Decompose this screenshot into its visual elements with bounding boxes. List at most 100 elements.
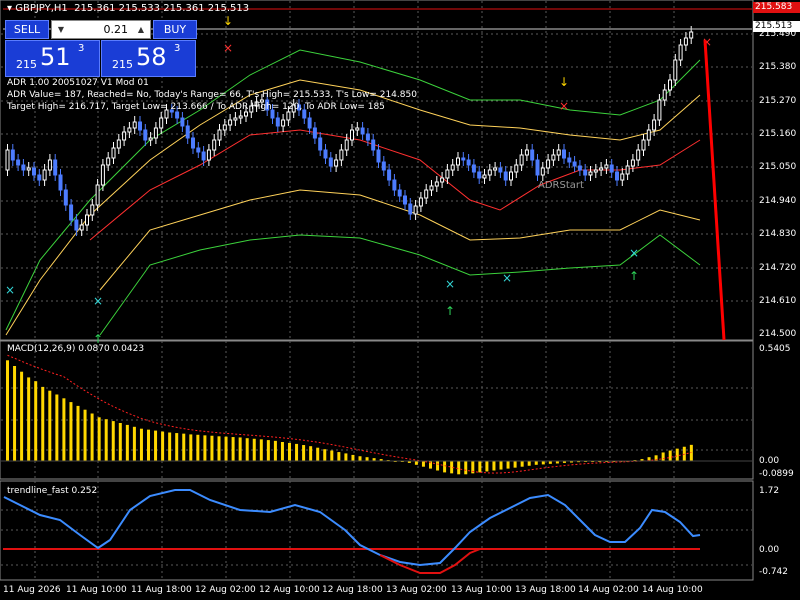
lot-decrease-icon[interactable]: ▼	[54, 21, 68, 38]
candle-body	[625, 165, 630, 175]
macd-bar	[266, 440, 270, 461]
candle-body	[365, 133, 370, 141]
candle-body	[493, 167, 498, 171]
candle-body	[466, 159, 471, 166]
candle-body	[138, 121, 142, 131]
candle-body	[562, 149, 566, 159]
macd-bar	[273, 440, 277, 461]
candle-body	[588, 171, 593, 176]
candle-body	[577, 165, 582, 171]
candle-body	[498, 167, 503, 173]
candle-body	[408, 203, 413, 215]
candle-body	[42, 169, 47, 181]
candle-body	[487, 169, 492, 176]
macd-bar	[661, 452, 665, 461]
macd-bar	[513, 461, 517, 468]
candle-body	[662, 89, 667, 101]
candle-body	[434, 181, 439, 187]
lot-increase-icon[interactable]: ▲	[134, 21, 148, 38]
macd-bar	[358, 456, 362, 461]
candle-body	[673, 59, 678, 81]
price-tick: 214.830	[759, 229, 797, 239]
candle-body	[477, 171, 482, 179]
candle-body	[185, 125, 190, 139]
macd-bar	[668, 450, 672, 461]
one-click-trading-panel: SELL ▼ 0.21 ▲ BUY 215 51 3 215 58 3	[5, 20, 197, 77]
candle-body	[572, 161, 577, 167]
macd-bar	[168, 432, 172, 461]
candle-body	[217, 129, 222, 141]
macd-bar	[90, 413, 94, 461]
candle-body	[641, 139, 646, 151]
macd-bar	[83, 409, 87, 461]
candle-body	[111, 147, 116, 159]
macd-tick: 0.00	[759, 456, 780, 466]
macd-bar	[189, 434, 193, 461]
macd-label: MACD(12,26,9) 0.0870 0.0423	[7, 344, 145, 354]
cyan-cross-icon: ×	[93, 294, 103, 308]
sell-quote[interactable]: 215 51 3	[5, 40, 100, 77]
price-tick: 215.380	[759, 62, 797, 72]
macd-bar	[6, 360, 9, 461]
candle-body	[418, 197, 423, 207]
price-tick: 215.050	[759, 162, 797, 172]
macd-bar	[689, 444, 693, 461]
candle-body	[567, 157, 572, 163]
candle-body	[53, 159, 58, 176]
macd-bar	[443, 461, 447, 473]
candle-body	[360, 127, 365, 135]
candle-body	[668, 79, 672, 91]
macd-bar	[316, 447, 320, 461]
candle-body	[328, 157, 333, 167]
candle-body	[524, 149, 529, 156]
candle-body	[153, 127, 158, 139]
time-tick: 13 Aug 18:00	[515, 585, 576, 595]
candle-body	[307, 117, 312, 129]
candle-body	[196, 147, 201, 153]
macd-bar	[13, 366, 17, 461]
candle-body	[32, 167, 36, 176]
cyan-cross-icon: ×	[502, 271, 512, 285]
price-tick: 214.720	[759, 263, 797, 273]
candle-body	[26, 167, 31, 171]
candle-body	[233, 117, 238, 121]
buy-quote[interactable]: 215 58 3	[101, 40, 196, 77]
candle-body	[440, 177, 445, 183]
yellow-down-arrow-icon: ↓	[559, 75, 569, 89]
candle-body	[312, 127, 317, 139]
red-cross-icon: ×	[559, 99, 569, 113]
macd-bar	[34, 381, 38, 461]
candle-body	[683, 37, 688, 46]
symbol-title: ▾ GBPJPY,H1 215.361 215.533 215.361 215.…	[7, 3, 250, 14]
candle-body	[678, 44, 683, 61]
macd-bar	[675, 448, 679, 461]
macd-bar	[421, 461, 425, 467]
candle-body	[79, 224, 84, 231]
macd-bar	[111, 421, 115, 461]
macd-bar	[520, 461, 524, 467]
candle-body	[403, 195, 407, 205]
candle-body	[540, 167, 545, 176]
time-tick: 12 Aug 02:00	[195, 585, 256, 595]
macd-bar	[436, 461, 440, 471]
macd-bar	[464, 461, 468, 475]
macd-bar	[161, 431, 165, 461]
macd-bar	[259, 439, 263, 461]
sell-button[interactable]: SELL	[5, 20, 49, 39]
candle-body	[397, 189, 402, 197]
candle-body	[350, 129, 354, 141]
candle-body	[191, 137, 195, 149]
candle-body	[387, 169, 392, 181]
buy-button[interactable]: BUY	[153, 20, 197, 39]
candle-body	[95, 184, 100, 206]
candle-body	[450, 164, 455, 171]
candle-body	[546, 159, 551, 169]
candle-body	[445, 169, 450, 179]
cyan-cross-icon: ×	[5, 283, 15, 297]
trend-tick: -0.742	[759, 567, 789, 577]
candle-body	[593, 169, 598, 173]
lot-size-input[interactable]: ▼ 0.21 ▲	[51, 20, 151, 39]
macd-bar	[203, 435, 207, 461]
macd-bar	[104, 419, 108, 461]
candle-body	[100, 164, 105, 186]
